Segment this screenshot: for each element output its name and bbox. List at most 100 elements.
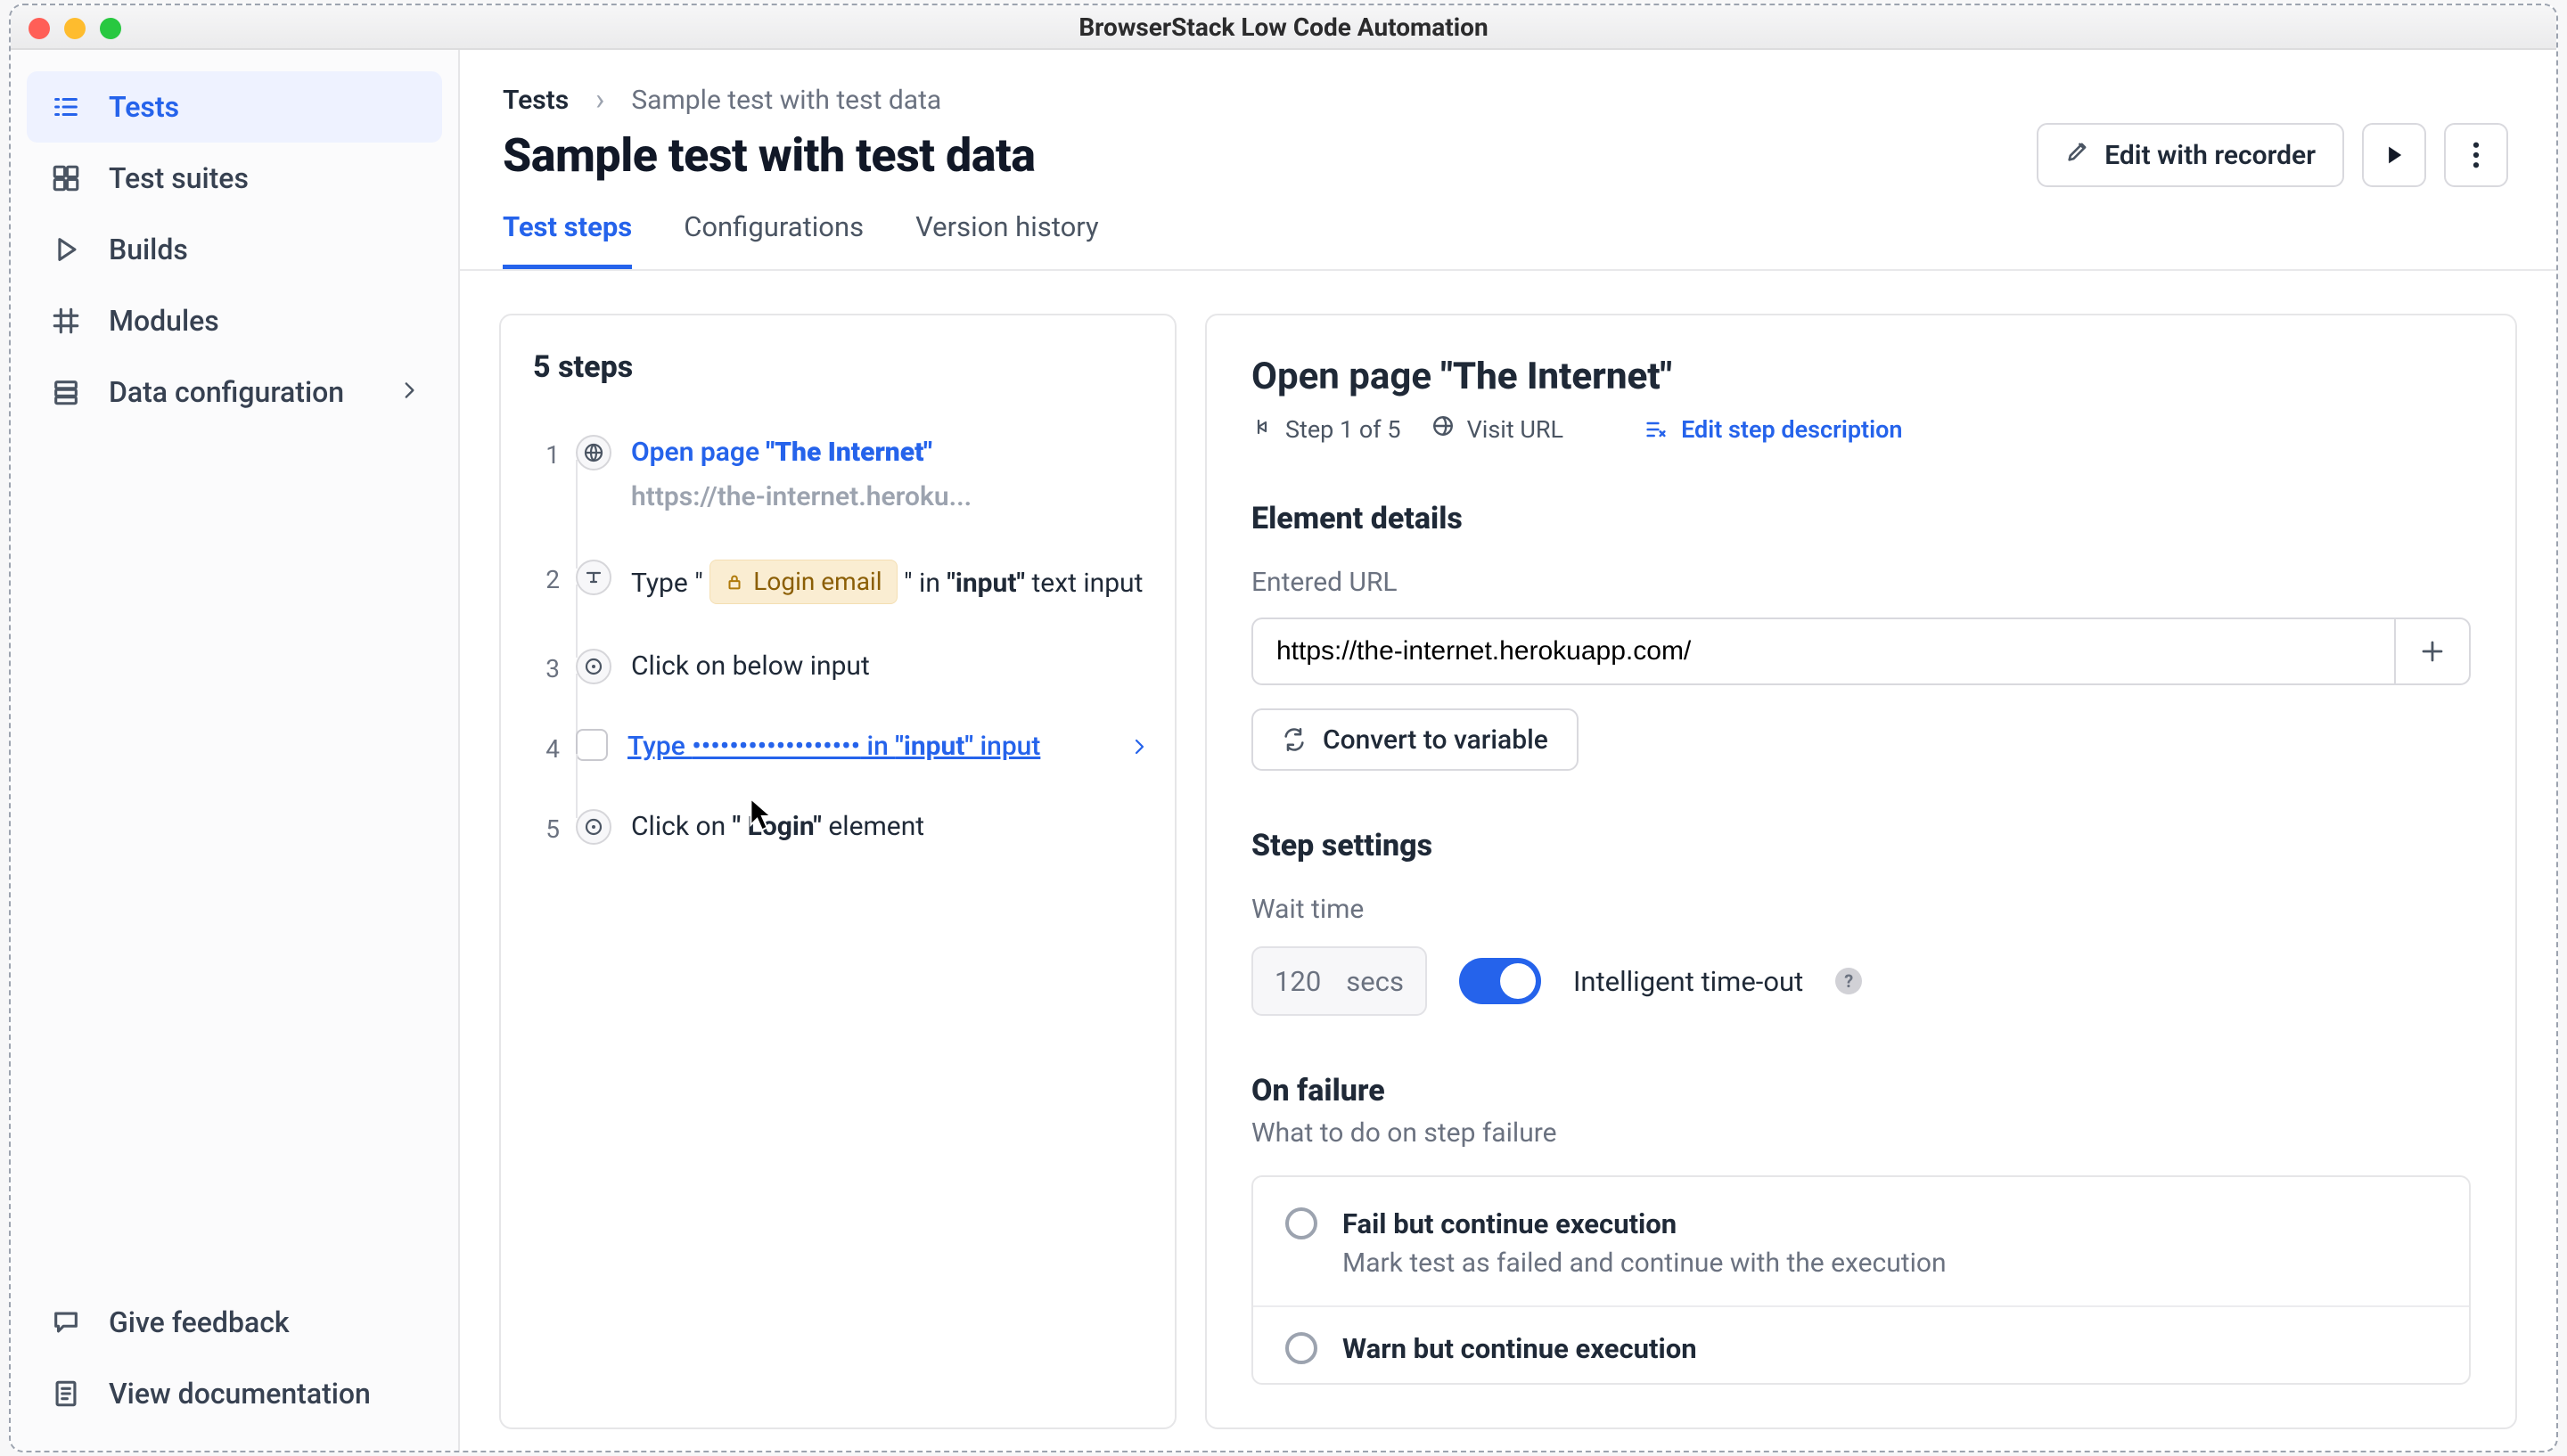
document-icon <box>48 1376 84 1411</box>
breadcrumb: Tests › Sample test with test data <box>460 50 2556 118</box>
tab-test-steps[interactable]: Test steps <box>503 210 632 269</box>
sidebar-item-label: Give feedback <box>109 1305 290 1339</box>
sidebar-item-label: View documentation <box>109 1377 371 1411</box>
tabs: Test steps Configurations Version histor… <box>460 187 2556 271</box>
header-actions: Edit with recorder <box>2037 123 2508 187</box>
sidebar: Tests Test suites Builds <box>11 50 460 1451</box>
radio-desc: Mark test as failed and continue with th… <box>1342 1240 1947 1279</box>
wait-row: 120 secs Intelligent time-out ? <box>1251 925 2471 1016</box>
step-label: Type •••••••••••••••••• in "input" input <box>624 729 1112 765</box>
edit-with-recorder-button[interactable]: Edit with recorder <box>2037 123 2344 187</box>
globe-icon <box>576 435 611 470</box>
play-icon <box>48 232 84 267</box>
steps-panel: 5 steps 1 Open page "The Internet" https… <box>499 314 1177 1429</box>
play-icon <box>2382 143 2407 168</box>
run-button[interactable] <box>2362 123 2426 187</box>
step-label: Type " Login email " in "input" text inp… <box>627 560 1150 604</box>
add-url-button[interactable] <box>2394 618 2471 685</box>
chevron-right-icon <box>398 375 421 409</box>
edit-step-description-link[interactable]: Edit step description <box>1644 415 1902 444</box>
radio-title: Warn but continue execution <box>1342 1332 1697 1365</box>
type-icon <box>576 560 611 595</box>
button-label: Edit with recorder <box>2104 140 2316 171</box>
sidebar-item-modules[interactable]: Modules <box>27 285 442 356</box>
step-4[interactable]: 4 Type •••••••••••••••••• in "input" inp… <box>533 711 1157 791</box>
radio-fail-continue[interactable]: Fail but continue execution Mark test as… <box>1253 1182 2469 1291</box>
step-label: Click on below input <box>627 649 1150 684</box>
variable-chip[interactable]: Login email <box>709 560 897 604</box>
more-menu-button[interactable] <box>2444 123 2508 187</box>
radio-icon <box>1285 1332 1317 1364</box>
app-body: Tests Test suites Builds <box>11 50 2556 1451</box>
sidebar-item-data-configuration[interactable]: Data configuration <box>27 356 442 428</box>
main: Tests › Sample test with test data Sampl… <box>460 50 2556 1451</box>
url-input[interactable] <box>1251 618 2394 685</box>
url-row <box>1251 598 2471 685</box>
intelligent-timeout-toggle[interactable] <box>1459 958 1541 1004</box>
detail-panel: Open page "The Internet" Step 1 of 5 Vis… <box>1205 314 2517 1429</box>
window-close-button[interactable] <box>29 18 50 39</box>
chevron-right-icon <box>1128 729 1150 764</box>
toggle-dot <box>1500 963 1536 999</box>
step-position-icon <box>1251 415 1273 444</box>
sidebar-item-builds[interactable]: Builds <box>27 214 442 285</box>
window-controls <box>29 18 121 39</box>
step-5[interactable]: 5 Click on " Login" element <box>533 791 1157 871</box>
tab-version-history[interactable]: Version history <box>915 210 1099 269</box>
wait-time-input[interactable]: 120 secs <box>1251 946 1427 1016</box>
entered-url-label: Entered URL <box>1251 536 2471 598</box>
step-1[interactable]: 1 Open page "The Internet" https://the-i… <box>533 417 1157 542</box>
target-icon <box>576 809 611 845</box>
list-edit-icon <box>1644 417 1669 442</box>
page-title: Sample test with test data <box>503 128 1035 183</box>
on-failure-options: Fail but continue execution Mark test as… <box>1251 1175 2471 1385</box>
modules-icon <box>48 303 84 339</box>
sidebar-give-feedback[interactable]: Give feedback <box>27 1287 442 1358</box>
radio-icon <box>1285 1207 1317 1239</box>
window-frame: BrowserStack Low Code Automation Tests T… <box>9 4 2558 1452</box>
step-number: 5 <box>533 809 560 844</box>
radio-title: Fail but continue execution <box>1342 1207 1947 1240</box>
step-type: Visit URL <box>1467 415 1563 444</box>
step-number: 2 <box>533 560 560 594</box>
element-details-heading: Element details <box>1251 444 2471 536</box>
chat-icon <box>48 1305 84 1340</box>
window-minimize-button[interactable] <box>64 18 86 39</box>
step-number: 4 <box>533 729 560 764</box>
step-label: Open page "The Internet" https://the-int… <box>627 435 1150 515</box>
step-checkbox[interactable] <box>576 729 608 761</box>
checklist-icon <box>48 89 84 125</box>
window-zoom-button[interactable] <box>100 18 121 39</box>
step-number: 1 <box>533 435 560 470</box>
pencil-icon <box>2065 139 2090 171</box>
replace-icon <box>1282 727 1307 752</box>
stack-icon <box>48 374 84 410</box>
step-3[interactable]: 3 Click on below input <box>533 631 1157 711</box>
header-row: Sample test with test data Edit with rec… <box>460 118 2556 187</box>
tab-configurations[interactable]: Configurations <box>684 210 864 269</box>
step-subtext: https://the-internet.heroku... <box>631 470 1150 515</box>
detail-meta: Step 1 of 5 Visit URL Edit step descript… <box>1251 398 2471 444</box>
intelligent-timeout-label: Intelligent time-out <box>1573 965 1803 998</box>
on-failure-heading: On failure <box>1251 1016 2471 1108</box>
side-nav: Tests Test suites Builds <box>11 50 458 1278</box>
sidebar-item-test-suites[interactable]: Test suites <box>27 143 442 214</box>
sidebar-view-documentation[interactable]: View documentation <box>27 1358 442 1429</box>
titlebar: BrowserStack Low Code Automation <box>11 5 2556 50</box>
detail-title: Open page "The Internet" <box>1251 355 2471 398</box>
sidebar-item-label: Test suites <box>109 161 249 195</box>
radio-warn-continue[interactable]: Warn but continue execution <box>1253 1307 2469 1378</box>
window-title: BrowserStack Low Code Automation <box>1078 12 1488 42</box>
breadcrumb-current: Sample test with test data <box>631 85 941 116</box>
step-2[interactable]: 2 Type " Login email " in "input" text i… <box>533 542 1157 631</box>
sidebar-item-label: Data configuration <box>109 375 344 409</box>
step-number: 3 <box>533 649 560 683</box>
sidebar-item-tests[interactable]: Tests <box>27 71 442 143</box>
step-settings-heading: Step settings <box>1251 771 2471 863</box>
help-icon[interactable]: ? <box>1835 968 1862 994</box>
variable-chip-label: Login email <box>753 564 882 600</box>
sidebar-item-label: Modules <box>109 304 219 338</box>
globe-icon <box>1431 414 1455 444</box>
convert-to-variable-button[interactable]: Convert to variable <box>1251 708 1579 771</box>
breadcrumb-root[interactable]: Tests <box>503 85 569 116</box>
